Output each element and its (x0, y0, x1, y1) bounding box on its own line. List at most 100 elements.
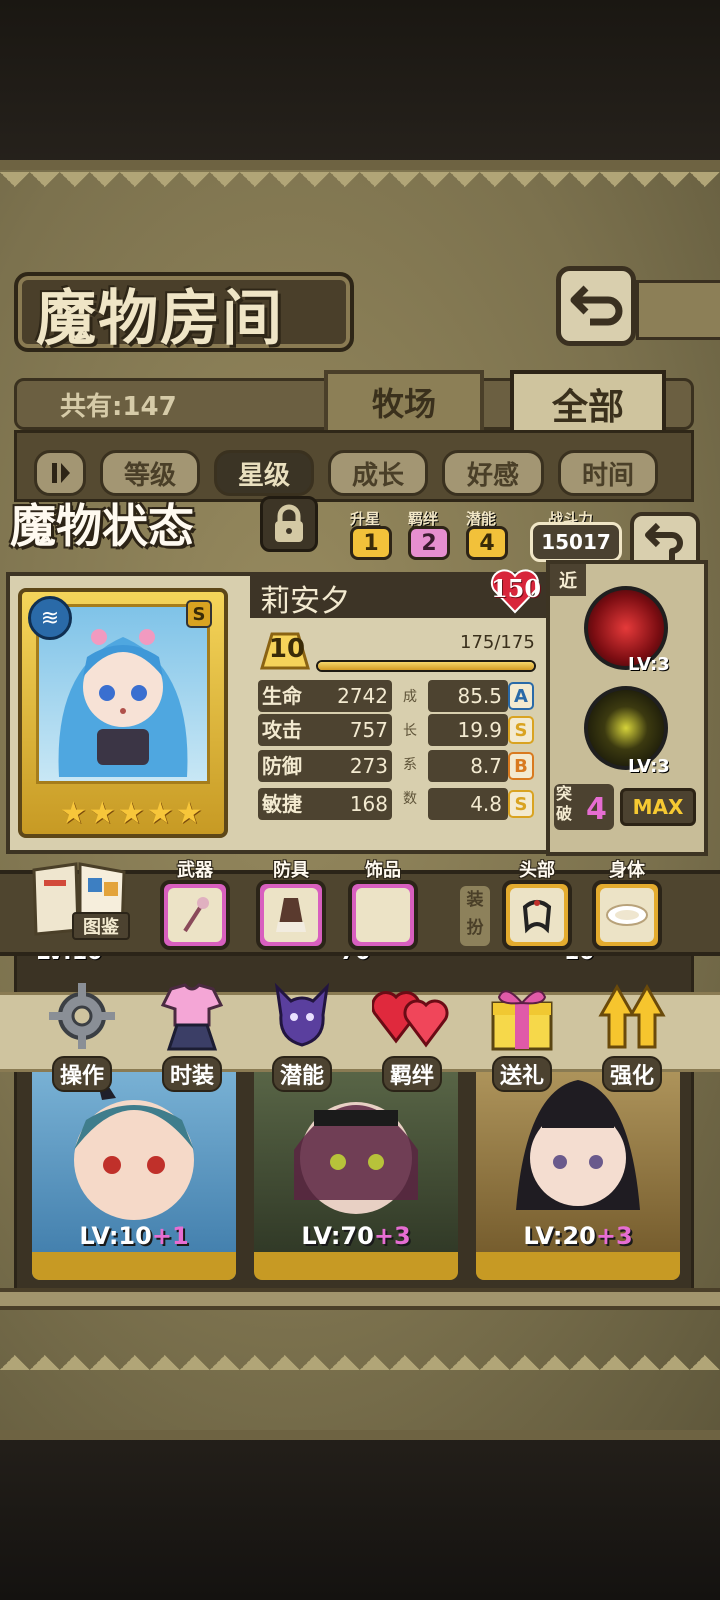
padlock-icon (275, 504, 303, 542)
tiara-headpiece-icon (522, 900, 552, 934)
lace-dress-armor-icon (276, 898, 306, 932)
return-arrow-icon (645, 522, 683, 561)
card-stars (32, 1252, 236, 1280)
armor-slot[interactable] (256, 880, 326, 950)
growth-caption-char: 长 (403, 723, 417, 739)
action-gift-button[interactable]: 送礼 (472, 978, 572, 1092)
star-icon: ★ (175, 796, 203, 831)
action-bond-button[interactable]: 羁绊 (362, 978, 462, 1092)
action-outfit-button[interactable]: 时装 (142, 978, 242, 1092)
torn-edge-top (0, 172, 720, 202)
action-label: 羁绊 (381, 1056, 442, 1092)
card-level: LV:10+1 (79, 1222, 189, 1250)
bond-value[interactable]: 2 (408, 526, 450, 560)
rank-badge: S (186, 600, 212, 628)
heart-gems-icon (372, 991, 449, 1048)
weapon-slot[interactable] (160, 880, 230, 950)
power-value: 15017 (530, 522, 622, 562)
skill-level: LV:3 (628, 654, 670, 675)
armor-label: 防具 (273, 860, 309, 881)
header-rail (636, 280, 720, 340)
range-tag: 近 (550, 564, 586, 596)
growth-caption: 成 长 系 数 (400, 680, 420, 816)
monster-name: 莉安夕 (260, 584, 350, 619)
stat-rank-badge: A (508, 682, 534, 710)
stat-rank-badge: S (508, 790, 534, 818)
monster-level: 10 (268, 634, 306, 664)
stat-row: 攻击 757 19.9 S (258, 714, 538, 746)
stat-row: 敏捷 168 4.8 S (258, 788, 538, 820)
growth-caption-char: 数 (403, 791, 417, 807)
exp-bar (316, 660, 536, 672)
star-icon: ★ (117, 796, 145, 831)
demon-silhouette-icon (274, 982, 330, 1047)
accessory-slot[interactable] (348, 880, 418, 950)
sort-star-button[interactable]: 星级 (214, 450, 314, 496)
action-operate-button[interactable]: 操作 (32, 978, 132, 1092)
stat-rank-badge: B (508, 752, 534, 780)
up-arrows-icon (598, 983, 666, 1049)
action-enhance-button[interactable]: 强化 (582, 978, 682, 1092)
stat-growth: 8.7 (428, 750, 508, 782)
potential-value[interactable]: 4 (466, 526, 508, 560)
page-title: 魔物房间 (36, 284, 284, 354)
growth-caption-char: 成 (403, 689, 417, 705)
accessory-label: 饰品 (365, 860, 401, 881)
stat-value: 757 (349, 718, 388, 742)
head-slot[interactable] (502, 880, 572, 950)
pause-sort-icon (52, 463, 70, 483)
sort-affinity-button[interactable]: 好感 (442, 450, 544, 496)
action-label: 强化 (601, 1056, 662, 1092)
sort-growth-button[interactable]: 成长 (328, 450, 428, 496)
body-slot[interactable] (592, 880, 662, 950)
growth-caption-char: 系 (403, 757, 417, 773)
sort-time-button[interactable]: 时间 (558, 450, 658, 496)
card-stars (254, 1252, 458, 1280)
stat-value: 2742 (337, 684, 388, 708)
skill-level: LV:3 (628, 756, 670, 777)
card-level: LV:70+3 (301, 1222, 411, 1250)
status-title: 魔物状态 (10, 499, 194, 553)
weapon-label: 武器 (177, 860, 213, 881)
return-arrow-icon (570, 285, 623, 326)
star-rating: ★ ★ ★ ★ ★ (60, 796, 203, 831)
action-label: 潜能 (271, 1056, 332, 1092)
gift-box-icon (491, 990, 553, 1051)
exp-text: 175/175 (460, 632, 535, 653)
body-label: 身体 (609, 860, 645, 881)
star-icon: ★ (88, 796, 116, 831)
break-value: 4 (586, 792, 607, 827)
stat-value: 273 (349, 754, 388, 778)
action-potential-button[interactable]: 潜能 (252, 978, 352, 1092)
tab-all[interactable]: 全部 (510, 370, 666, 438)
max-badge: MAX (620, 788, 696, 826)
action-label: 时装 (161, 1056, 222, 1092)
stat-growth: 85.5 (428, 680, 508, 712)
exp-bar-fill (318, 662, 534, 670)
affinity-value: 150 (490, 574, 542, 603)
stat-row: 防御 273 8.7 B (258, 750, 538, 782)
lock-button[interactable] (260, 496, 318, 552)
upgrade-star-value[interactable]: 1 (350, 526, 392, 560)
stat-rank-badge: S (508, 716, 534, 744)
stat-value: 168 (349, 792, 388, 816)
tab-farm[interactable]: 牧场 (324, 370, 484, 434)
stat-row: 生命 2742 85.5 A (258, 680, 538, 712)
monster-count: 共有:147 (60, 392, 177, 422)
star-icon: ★ (146, 796, 174, 831)
white-plate-icon (606, 904, 648, 926)
action-label: 送礼 (491, 1056, 552, 1092)
torn-edge-bottom (0, 1340, 720, 1370)
break-label: 突破 (556, 784, 573, 823)
head-label: 头部 (519, 860, 555, 881)
stat-growth: 4.8 (428, 788, 508, 820)
stat-growth: 19.9 (428, 714, 508, 746)
water-icon: ≋ (28, 596, 72, 640)
star-icon: ★ (60, 796, 87, 831)
outfit-icon (160, 983, 224, 1051)
header-back-button[interactable] (556, 266, 636, 346)
card-stars (476, 1252, 680, 1280)
dress-up-tag: 装扮 (460, 886, 490, 946)
bestiary-label[interactable]: 图鉴 (72, 912, 130, 940)
card-level: LV:20+3 (523, 1222, 633, 1250)
